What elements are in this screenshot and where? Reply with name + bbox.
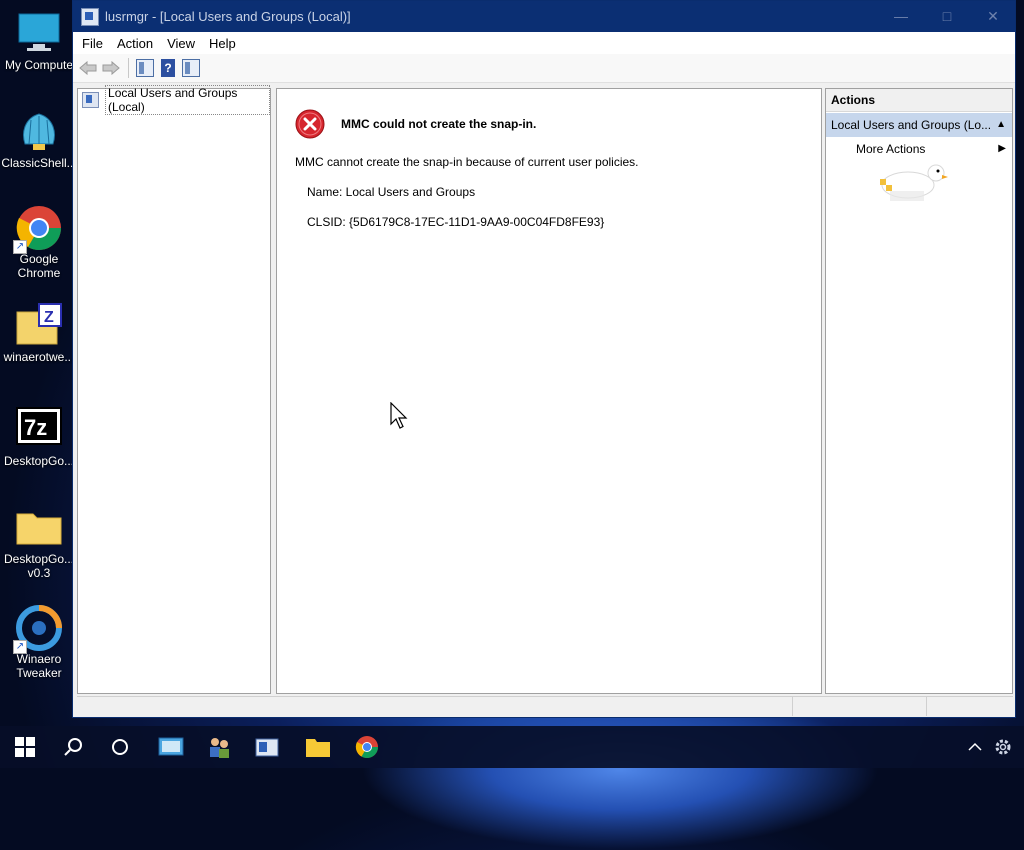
windows-logo-icon bbox=[15, 737, 35, 757]
taskbar bbox=[0, 726, 1024, 768]
taskbar-app-user-accounts[interactable] bbox=[206, 734, 232, 760]
search-icon bbox=[64, 738, 82, 756]
menu-help[interactable]: Help bbox=[202, 36, 243, 51]
users-icon bbox=[210, 738, 229, 758]
menu-action[interactable]: Action bbox=[110, 36, 160, 51]
title-bar[interactable]: lusrmgr - [Local Users and Groups (Local… bbox=[73, 1, 1015, 32]
duck-icon bbox=[880, 164, 948, 201]
more-actions-item[interactable]: More Actions ▶ bbox=[826, 137, 1012, 161]
tree-item-label: Local Users and Groups (Local) bbox=[105, 85, 270, 115]
forward-button[interactable] bbox=[100, 57, 122, 79]
desktop-icon-winaero-tweaker[interactable]: ↗ Winaero Tweaker bbox=[0, 604, 78, 680]
help-button[interactable]: ? bbox=[157, 57, 179, 79]
shell-icon bbox=[15, 108, 63, 156]
search-button[interactable] bbox=[60, 734, 86, 760]
status-bar bbox=[77, 696, 1013, 716]
settings-tray-button[interactable] bbox=[990, 734, 1016, 760]
error-message: MMC cannot create the snap-in because of… bbox=[295, 155, 639, 169]
error-clsid: CLSID: {5D6179C8-17EC-11D1-9AA9-00C04FD8… bbox=[307, 215, 605, 229]
status-cell-2 bbox=[793, 697, 927, 716]
desktop-icon-my-computer[interactable]: My Compute bbox=[0, 10, 78, 72]
menu-view[interactable]: View bbox=[160, 36, 202, 51]
show-hide-console-tree-button[interactable] bbox=[134, 57, 156, 79]
show-hidden-icons-button[interactable] bbox=[962, 734, 988, 760]
zip-folder-icon: Z bbox=[15, 302, 63, 350]
winaero-icon: ↗ bbox=[13, 604, 63, 654]
gear-icon bbox=[995, 739, 1011, 755]
forward-arrow-icon bbox=[102, 61, 120, 75]
svg-text:Z: Z bbox=[44, 309, 54, 326]
mmc-window: lusrmgr - [Local Users and Groups (Local… bbox=[72, 0, 1016, 718]
console-tree-icon bbox=[136, 59, 154, 77]
folder-icon bbox=[15, 504, 63, 552]
collapse-up-icon[interactable]: ▲ bbox=[996, 113, 1006, 137]
monitor-icon bbox=[15, 10, 63, 58]
help-icon: ? bbox=[161, 59, 175, 77]
status-cell-main bbox=[77, 697, 793, 716]
console-tree: Local Users and Groups (Local) bbox=[77, 85, 271, 694]
taskbar-app-mmc[interactable] bbox=[254, 734, 280, 760]
error-title: MMC could not create the snap-in. bbox=[341, 117, 537, 131]
submenu-arrow-icon: ▶ bbox=[998, 143, 1006, 154]
maximize-button[interactable]: □ bbox=[924, 1, 970, 32]
shortcut-arrow-icon: ↗ bbox=[13, 240, 27, 254]
svg-text:7z: 7z bbox=[24, 415, 47, 440]
chrome-icon bbox=[355, 736, 378, 758]
desktop-icon-google-chrome[interactable]: ↗ Google Chrome bbox=[0, 204, 78, 280]
toolbar-separator bbox=[128, 58, 129, 78]
actions-header: Actions bbox=[826, 89, 1012, 112]
task-view-button[interactable] bbox=[107, 734, 133, 760]
back-button[interactable] bbox=[77, 57, 99, 79]
menu-file[interactable]: File bbox=[75, 36, 110, 51]
start-button[interactable] bbox=[12, 734, 38, 760]
error-snapin-name: Name: Local Users and Groups bbox=[307, 185, 476, 199]
mmc-icon bbox=[255, 738, 279, 757]
show-hide-action-pane-button[interactable] bbox=[180, 57, 202, 79]
7zip-icon: 7z bbox=[15, 406, 63, 454]
toolbar: ? bbox=[73, 54, 1015, 83]
menu-bar: File Action View Help bbox=[73, 32, 1015, 54]
window-title: lusrmgr - [Local Users and Groups (Local… bbox=[105, 9, 351, 24]
taskbar-app-file-explorer[interactable] bbox=[305, 734, 331, 760]
chevron-up-icon bbox=[968, 742, 982, 751]
error-icon bbox=[295, 109, 325, 139]
actions-section-local-users-and-groups[interactable]: Local Users and Groups (Lo... ▲ bbox=[826, 113, 1012, 137]
back-arrow-icon bbox=[79, 61, 97, 75]
chrome-icon: ↗ bbox=[13, 204, 63, 254]
desktop-icon-desktopgo-folder[interactable]: DesktopGo... v0.3 bbox=[0, 504, 78, 580]
result-pane: MMC could not create the snap-in. MMC ca… bbox=[276, 88, 822, 694]
desktop-icon-7zip[interactable]: 7z DesktopGo... bbox=[0, 406, 78, 468]
users-snapin-icon bbox=[82, 92, 100, 108]
action-pane-icon bbox=[182, 59, 200, 77]
status-cell-3 bbox=[927, 697, 1013, 716]
more-actions-label: More Actions bbox=[856, 142, 926, 156]
mouse-cursor-icon bbox=[390, 402, 408, 429]
actions-pane: Actions Local Users and Groups (Lo... ▲ … bbox=[825, 88, 1013, 694]
taskbar-app-chrome[interactable] bbox=[354, 734, 380, 760]
cortana-circle-icon bbox=[112, 739, 128, 755]
file-explorer-icon bbox=[306, 739, 330, 757]
computer-management-icon bbox=[158, 737, 184, 756]
desktop-icon-winaerotweaker-zip[interactable]: Z winaerotwe... bbox=[0, 302, 78, 364]
taskbar-app-users[interactable] bbox=[158, 734, 184, 760]
actions-section-label: Local Users and Groups (Lo... bbox=[831, 118, 992, 132]
error-header: MMC could not create the snap-in. bbox=[295, 109, 536, 139]
shortcut-arrow-icon: ↗ bbox=[13, 640, 27, 654]
mmc-app-icon bbox=[81, 7, 99, 26]
tree-item-local-users-and-groups[interactable]: Local Users and Groups (Local) bbox=[82, 85, 270, 115]
desktop-icon-classicshell[interactable]: ClassicShell... bbox=[0, 108, 78, 170]
minimize-button[interactable]: — bbox=[878, 1, 924, 32]
close-button[interactable]: ✕ bbox=[970, 1, 1016, 32]
